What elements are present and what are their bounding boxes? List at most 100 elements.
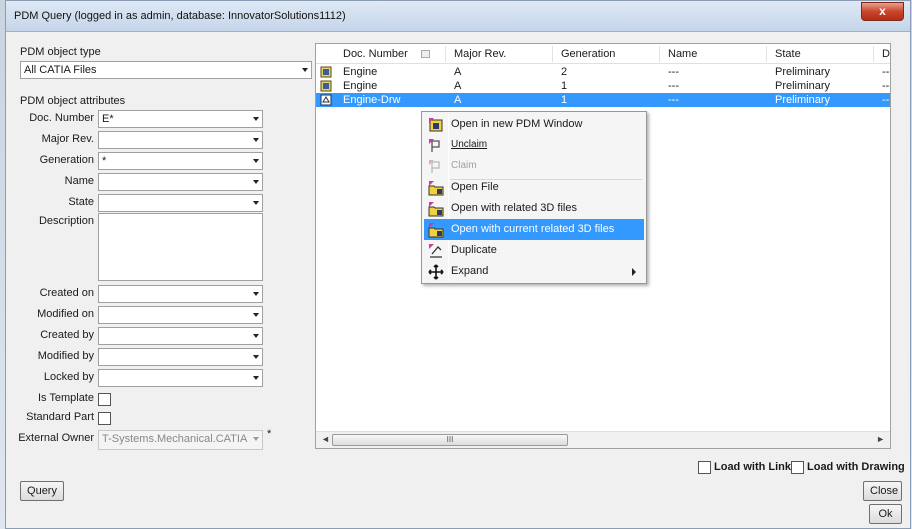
required-asterisk: *: [267, 428, 272, 440]
menu-item-label: Duplicate: [451, 244, 497, 256]
modified-by-label: Modified by: [37, 350, 94, 362]
chevron-down-icon: [253, 355, 259, 359]
column-header-doc-number[interactable]: Doc. Number: [343, 48, 408, 60]
cell-major-rev: A: [454, 80, 462, 92]
generation-value: *: [102, 155, 107, 167]
menu-item-expand[interactable]: Expand: [424, 261, 644, 282]
column-header-name[interactable]: Name: [668, 48, 697, 60]
modified-by-field[interactable]: [98, 348, 263, 366]
is-template-label: Is Template: [37, 392, 94, 404]
table-row[interactable]: Engine A 1 --- Preliminary ---: [316, 79, 890, 93]
chevron-down-icon: [253, 437, 259, 441]
expand-icon: [428, 264, 444, 280]
menu-item-label: Unclaim: [451, 139, 488, 150]
cell-doc-number: Engine: [343, 66, 378, 78]
external-owner-select[interactable]: T-Systems.Mechanical.CATIA: [98, 430, 263, 450]
generation-field[interactable]: *: [98, 152, 263, 170]
load-with-drawing-checkbox[interactable]: [791, 461, 804, 474]
horizontal-scrollbar[interactable]: ◄ III ►: [316, 431, 890, 448]
cell-generation: 1: [561, 80, 568, 92]
object-type-select[interactable]: All CATIA Files: [20, 61, 312, 79]
query-button[interactable]: Query: [20, 481, 64, 501]
state-field[interactable]: [98, 194, 263, 212]
state-label: State: [68, 196, 94, 208]
drawing-icon: [320, 94, 332, 106]
created-on-label: Created on: [39, 287, 94, 299]
unclaim-icon: [429, 139, 440, 152]
major-rev-label: Major Rev.: [41, 133, 94, 145]
window-close-button[interactable]: x: [861, 2, 904, 21]
column-header-state[interactable]: State: [775, 48, 801, 60]
menu-item-open-in-new-pdm-window[interactable]: Open in new PDM Window: [424, 114, 644, 135]
menu-item-open-file[interactable]: Open File: [424, 177, 644, 198]
chevron-down-icon: [253, 159, 259, 163]
menu-item-label: Open with related 3D files: [451, 202, 577, 214]
submenu-arrow-icon: [632, 268, 636, 276]
menu-item-label: Open in new PDM Window: [451, 118, 583, 130]
document-icon: [320, 80, 332, 92]
cell-name: ---: [668, 80, 679, 92]
modified-on-label: Modified on: [37, 308, 94, 320]
context-menu: Open in new PDM Window Unclaim Claim Ope…: [421, 111, 647, 284]
cell-description: ---: [882, 94, 890, 106]
chevron-down-icon: [253, 313, 259, 317]
chevron-down-icon: [253, 292, 259, 296]
object-type-value: All CATIA Files: [24, 64, 97, 76]
chevron-down-icon: [253, 201, 259, 205]
standard-part-checkbox[interactable]: [98, 412, 111, 425]
menu-item-duplicate[interactable]: Duplicate: [424, 240, 644, 261]
table-row[interactable]: Engine A 2 --- Preliminary ---: [316, 65, 890, 79]
cell-major-rev: A: [454, 66, 462, 78]
chevron-down-icon: [253, 117, 259, 121]
locked-by-field[interactable]: [98, 369, 263, 387]
cell-generation: 1: [561, 94, 568, 106]
column-header-generation[interactable]: Generation: [561, 48, 615, 60]
cell-description: ---: [882, 80, 890, 92]
column-divider: [766, 46, 767, 62]
cell-doc-number: Engine: [343, 80, 378, 92]
scroll-thumb[interactable]: III: [332, 434, 568, 446]
name-field[interactable]: [98, 173, 263, 191]
chevron-down-icon: [253, 376, 259, 380]
chevron-down-icon: [253, 138, 259, 142]
menu-item-unclaim[interactable]: Unclaim: [424, 135, 644, 156]
column-header-description[interactable]: De: [882, 48, 890, 60]
menu-item-open-current-related-3d[interactable]: Open with current related 3D files: [424, 219, 644, 240]
cell-major-rev: A: [454, 94, 462, 106]
table-header: Doc. Number Major Rev. Generation Name S…: [316, 44, 890, 64]
cell-generation: 2: [561, 66, 568, 78]
column-divider: [659, 46, 660, 62]
attributes-label: PDM object attributes: [20, 95, 126, 107]
menu-item-label: Open with current related 3D files: [451, 223, 615, 235]
chevron-down-icon: [253, 334, 259, 338]
major-rev-field[interactable]: [98, 131, 263, 149]
duplicate-icon: [429, 244, 442, 258]
scroll-left-icon[interactable]: ◄: [321, 434, 330, 444]
load-with-links-checkbox[interactable]: [698, 461, 711, 474]
modified-on-field[interactable]: [98, 306, 263, 324]
scroll-right-icon[interactable]: ►: [876, 434, 885, 444]
is-template-checkbox[interactable]: [98, 393, 111, 406]
created-on-field[interactable]: [98, 285, 263, 303]
name-label: Name: [64, 175, 94, 187]
menu-item-label: Claim: [451, 160, 477, 171]
doc-number-field[interactable]: E*: [98, 110, 263, 128]
cell-name: ---: [668, 94, 679, 106]
column-divider: [552, 46, 553, 62]
table-row-selected[interactable]: Engine-Drw A 1 --- Preliminary ---: [316, 93, 890, 107]
locked-by-label: Locked by: [43, 371, 94, 383]
open-file-icon: [428, 181, 444, 196]
description-label: Description: [38, 215, 94, 227]
menu-item-open-related-3d[interactable]: Open with related 3D files: [424, 198, 644, 219]
column-header-major-rev[interactable]: Major Rev.: [454, 48, 506, 60]
cell-state: Preliminary: [775, 66, 831, 78]
close-button[interactable]: Close: [863, 481, 902, 501]
load-with-links-label: Load with Links: [714, 461, 798, 473]
claim-icon: [429, 160, 440, 173]
column-divider: [445, 46, 446, 62]
chevron-down-icon: [302, 68, 308, 72]
menu-item-claim[interactable]: Claim: [424, 156, 644, 177]
description-textarea[interactable]: [98, 213, 263, 281]
ok-button[interactable]: Ok: [869, 504, 902, 524]
created-by-field[interactable]: [98, 327, 263, 345]
